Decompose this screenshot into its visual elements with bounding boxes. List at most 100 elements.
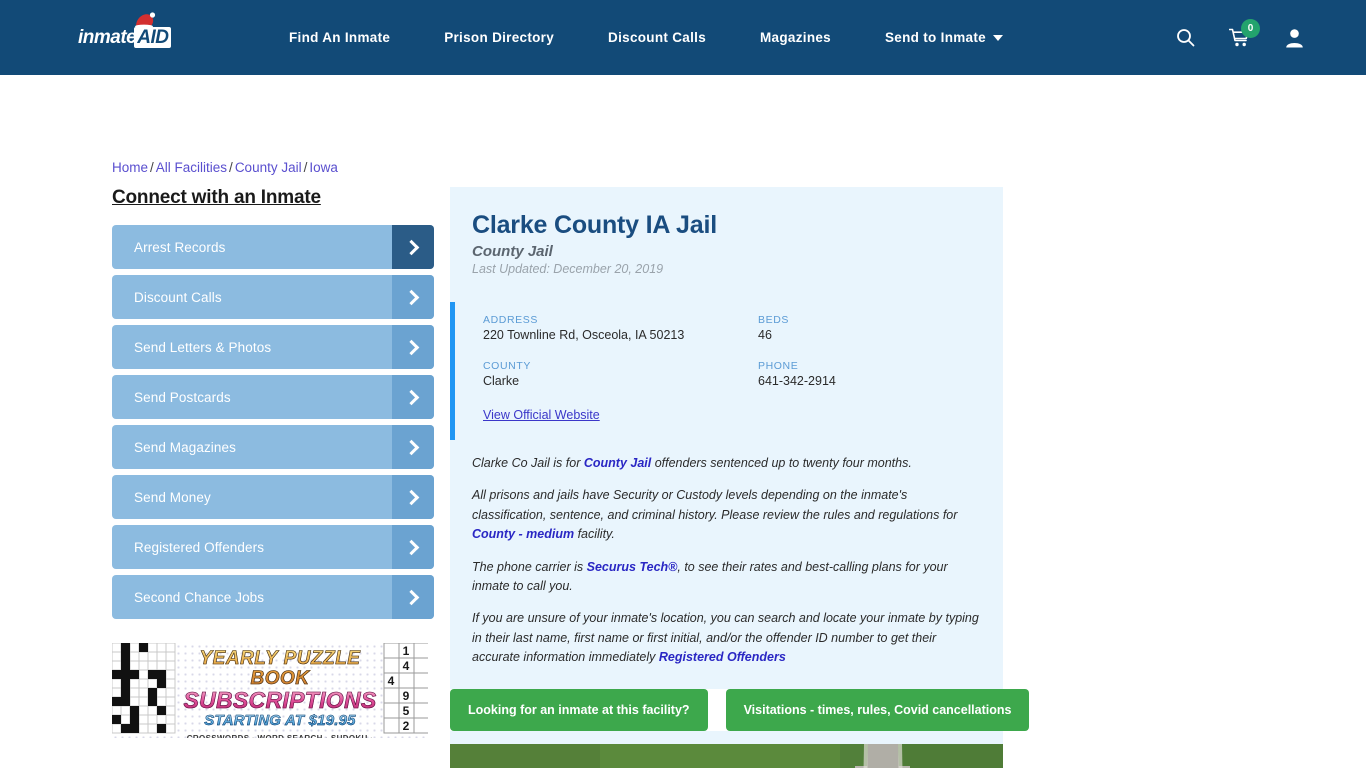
sidebar-item-label: Send Money xyxy=(134,489,211,505)
detail-label: BEDS xyxy=(758,314,789,326)
facility-card: Clarke County IA Jail County Jail Last U… xyxy=(450,187,1030,768)
sidebar-item-send-letters-photos[interactable]: Send Letters & Photos xyxy=(112,325,434,369)
sidebar: Connect with an Inmate Arrest Records Di… xyxy=(112,187,434,625)
detail-value: 220 Townline Rd, Osceola, IA 50213 xyxy=(483,328,685,342)
page-title: Clarke County IA Jail xyxy=(472,211,717,239)
sidebar-item-send-magazines[interactable]: Send Magazines xyxy=(112,425,434,469)
sidebar-item-send-postcards[interactable]: Send Postcards xyxy=(112,375,434,419)
account-button[interactable] xyxy=(1285,28,1304,48)
sidebar-item-arrest-records[interactable]: Arrest Records xyxy=(112,225,434,269)
sidebar-item-label: Send Magazines xyxy=(134,439,236,455)
detail-label: PHONE xyxy=(758,360,799,372)
cart-count-badge: 0 xyxy=(1241,18,1260,38)
facility-type: County Jail xyxy=(472,243,553,260)
link-securus-tech[interactable]: Securus Tech® xyxy=(587,560,678,574)
facility-header: Clarke County IA Jail County Jail Last U… xyxy=(450,211,1003,276)
main-navigation: Find An Inmate Prison Directory Discount… xyxy=(262,30,1030,45)
search-icon xyxy=(1177,29,1195,47)
text-fragment: The phone carrier is xyxy=(472,559,587,574)
site-header: inmateAID Find An Inmate Prison Director… xyxy=(0,0,1366,75)
santa-hat-icon xyxy=(135,11,156,28)
nav-label: Magazines xyxy=(760,30,831,45)
sidebar-title: Connect with an Inmate xyxy=(112,187,321,208)
breadcrumb-separator: / xyxy=(229,160,233,175)
detail-label: ADDRESS xyxy=(483,314,538,326)
breadcrumb: Home / All Facilities / County Jail / Iowa xyxy=(112,160,338,175)
sidebar-item-label: Send Postcards xyxy=(134,389,231,405)
link-county-medium[interactable]: County - medium xyxy=(472,527,574,541)
detail-phone: PHONE 641-342-2914 xyxy=(758,360,1003,406)
breadcrumb-item-home[interactable]: Home xyxy=(112,160,148,175)
svg-text:9: 9 xyxy=(403,689,410,703)
svg-text:5: 5 xyxy=(403,704,410,718)
sidebar-item-second-chance-jobs[interactable]: Second Chance Jobs xyxy=(112,575,434,619)
sidebar-item-label: Discount Calls xyxy=(134,289,222,305)
breadcrumb-item-iowa[interactable]: Iowa xyxy=(309,160,338,175)
cart-button[interactable]: 0 xyxy=(1229,18,1260,48)
sidebar-item-send-money[interactable]: Send Money xyxy=(112,475,434,519)
breadcrumb-separator: / xyxy=(150,160,154,175)
ad-headline-1: YEARLY PUZZLE BOOK xyxy=(172,648,388,689)
header-icon-group: 0 xyxy=(1176,0,1304,75)
detail-value: 641-342-2914 xyxy=(758,374,836,388)
sidebar-item-label: Send Letters & Photos xyxy=(134,339,272,355)
chevron-right-icon xyxy=(392,325,434,369)
ad-headline-2: SUBSCRIPTIONS xyxy=(172,688,388,712)
link-registered-offenders[interactable]: Registered Offenders xyxy=(659,650,786,664)
chevron-right-icon xyxy=(392,275,434,319)
sidebar-item-registered-offenders[interactable]: Registered Offenders xyxy=(112,525,434,569)
detail-label: COUNTY xyxy=(483,360,531,372)
search-button[interactable] xyxy=(1176,28,1195,47)
chevron-right-icon xyxy=(392,425,434,469)
detail-value: Clarke xyxy=(483,374,520,388)
nav-item-send-to-inmate[interactable]: Send to Inmate xyxy=(858,30,1030,45)
nav-label: Discount Calls xyxy=(608,30,707,45)
svg-text:4: 4 xyxy=(388,674,395,688)
svg-text:1: 1 xyxy=(403,644,410,658)
detail-value: 46 xyxy=(758,328,772,342)
user-account-icon xyxy=(1286,28,1303,47)
logo-text-accent: AID xyxy=(134,26,172,48)
nav-label: Prison Directory xyxy=(444,30,555,45)
svg-text:2: 2 xyxy=(403,719,410,733)
site-logo[interactable]: inmateAID xyxy=(78,11,188,55)
ad-text-block: YEARLY PUZZLE BOOK SUBSCRIPTIONS STARTIN… xyxy=(172,648,388,738)
link-county-jail[interactable]: County Jail xyxy=(584,456,651,470)
sidebar-item-discount-calls[interactable]: Discount Calls xyxy=(112,275,434,319)
text-fragment: All prisons and jails have Security or C… xyxy=(472,488,958,522)
chevron-right-icon xyxy=(392,575,434,619)
aerial-photo xyxy=(450,744,1003,768)
chevron-right-icon xyxy=(392,375,434,419)
description-paragraph-2: All prisons and jails have Security or C… xyxy=(472,486,981,544)
logo-text-main: inmate xyxy=(78,26,137,48)
puzzle-book-ad-banner[interactable]: 1 4 4 9 5 2 YEARLY PUZZLE BOOK SUBSCRIPT… xyxy=(112,643,428,738)
text-fragment: offenders sentenced up to twenty four mo… xyxy=(651,456,912,470)
description-paragraph-3: The phone carrier is Securus Tech®, to s… xyxy=(472,558,981,597)
cta-button-row: Looking for an inmate at this facility? … xyxy=(450,689,1030,732)
chevron-down-icon xyxy=(992,34,1003,41)
official-website-link[interactable]: View Official Website xyxy=(483,408,1003,422)
detail-county: COUNTY Clarke xyxy=(483,360,758,406)
description-paragraph-4: If you are unsure of your inmate's locat… xyxy=(472,609,981,667)
facility-details-block: ADDRESS 220 Townline Rd, Osceola, IA 502… xyxy=(450,302,1003,440)
facility-satellite-map[interactable] xyxy=(450,744,1003,768)
sidebar-item-label: Registered Offenders xyxy=(134,539,265,555)
breadcrumb-item-all-facilities[interactable]: All Facilities xyxy=(156,160,227,175)
ad-price-line: STARTING AT $19.95 xyxy=(172,712,388,731)
nav-item-magazines[interactable]: Magazines xyxy=(733,30,858,45)
breadcrumb-item-county-jail[interactable]: County Jail xyxy=(235,160,302,175)
nav-item-find-an-inmate[interactable]: Find An Inmate xyxy=(262,30,417,45)
visitations-button[interactable]: Visitations - times, rules, Covid cancel… xyxy=(725,689,1030,732)
chevron-right-icon xyxy=(392,525,434,569)
text-fragment: Clarke Co Jail is for xyxy=(472,456,584,470)
find-inmate-button[interactable]: Looking for an inmate at this facility? xyxy=(450,689,708,732)
nav-item-discount-calls[interactable]: Discount Calls xyxy=(581,30,733,45)
chevron-right-icon xyxy=(392,475,434,519)
nav-label: Send to Inmate xyxy=(885,30,986,45)
text-fragment: facility. xyxy=(574,527,615,542)
svg-text:4: 4 xyxy=(403,659,410,673)
sidebar-item-label: Second Chance Jobs xyxy=(134,589,265,605)
ad-categories-line: CROSSWORDS · WORD SEARCH · SUDOKU · BRAI… xyxy=(172,734,388,738)
nav-item-prison-directory[interactable]: Prison Directory xyxy=(417,30,581,45)
chevron-right-icon xyxy=(392,225,434,269)
